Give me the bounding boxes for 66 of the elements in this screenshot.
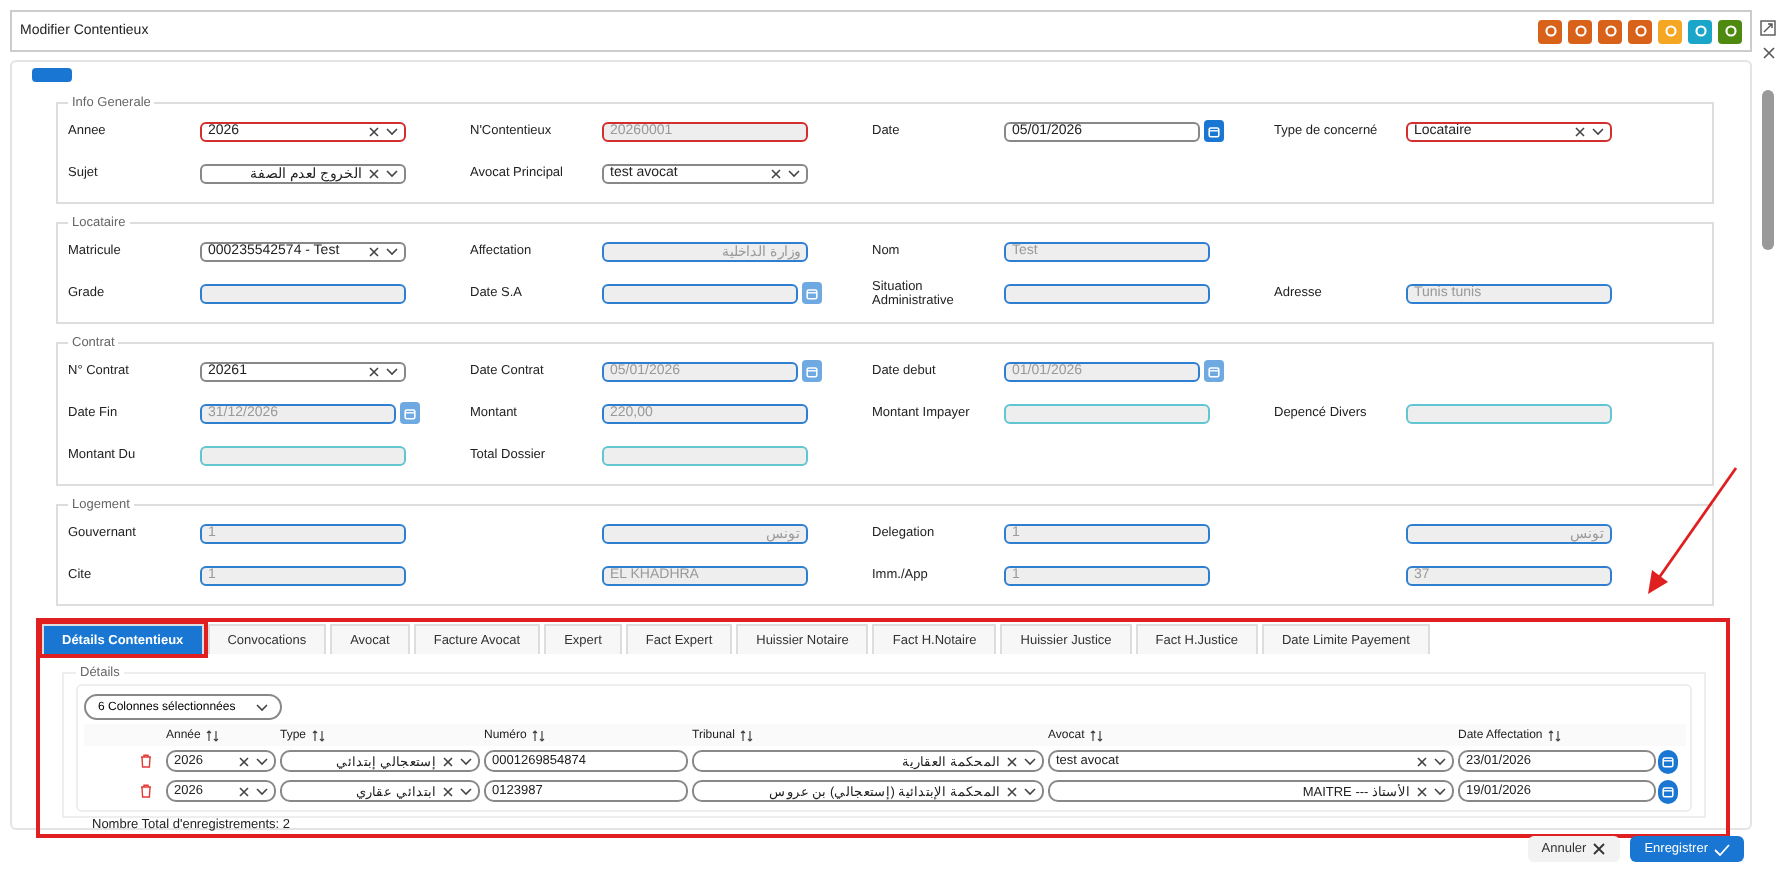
- clear-icon[interactable]: [1574, 125, 1586, 137]
- caret-icon[interactable]: [460, 787, 472, 795]
- caret-icon[interactable]: [256, 757, 268, 765]
- sort-icon: [1548, 729, 1563, 741]
- calendar-icon: [806, 365, 818, 377]
- sort-icon: [532, 729, 547, 741]
- clear-icon[interactable]: [238, 785, 250, 797]
- calendar-icon: [1662, 755, 1674, 767]
- clear-icon[interactable]: [1006, 755, 1018, 767]
- sort-icon: [312, 729, 327, 741]
- toolbar-icon-button[interactable]: [1538, 19, 1562, 43]
- calendar-icon: [1208, 125, 1220, 137]
- ring-icon: [1543, 24, 1557, 38]
- calendar-icon: [806, 287, 818, 299]
- ring-icon: [1633, 24, 1647, 38]
- caret-icon[interactable]: [460, 757, 472, 765]
- clear-icon[interactable]: [442, 785, 454, 797]
- close-icon[interactable]: [1761, 46, 1775, 60]
- ring-icon: [1573, 24, 1587, 38]
- calendar-button[interactable]: [1204, 120, 1224, 142]
- caret-icon[interactable]: [1592, 127, 1604, 135]
- delete-icon[interactable]: [140, 754, 152, 768]
- check-icon: [1714, 843, 1730, 855]
- toolbar-icon-button[interactable]: [1628, 19, 1652, 43]
- caret-icon[interactable]: [1434, 787, 1446, 795]
- caret-icon[interactable]: [1434, 757, 1446, 765]
- caret-icon[interactable]: [386, 169, 398, 177]
- caret-icon[interactable]: [386, 367, 398, 375]
- sort-icon: [1090, 729, 1105, 741]
- calendar-icon: [404, 407, 416, 419]
- caret-icon[interactable]: [386, 247, 398, 255]
- clear-icon[interactable]: [770, 167, 782, 179]
- clear-icon[interactable]: [442, 755, 454, 767]
- clear-icon[interactable]: [238, 755, 250, 767]
- toolbar-icon-button[interactable]: [1598, 19, 1622, 43]
- calendar-button[interactable]: [1658, 779, 1678, 803]
- calendar-icon: [1662, 785, 1674, 797]
- caret-icon: [255, 703, 268, 711]
- delete-icon[interactable]: [140, 784, 152, 798]
- close-icon: [1592, 842, 1607, 856]
- toolbar-icon-button[interactable]: [1718, 19, 1742, 43]
- caret-icon[interactable]: [256, 787, 268, 795]
- expand-icon[interactable]: [1760, 20, 1776, 36]
- caret-icon[interactable]: [386, 127, 398, 135]
- caret-icon[interactable]: [1024, 757, 1036, 765]
- ring-icon: [1693, 24, 1707, 38]
- toolbar-icon-button[interactable]: [1568, 19, 1592, 43]
- calendar-icon: [1208, 365, 1220, 377]
- calendar-button[interactable]: [1658, 749, 1678, 773]
- ring-icon: [1603, 24, 1617, 38]
- clear-icon[interactable]: [368, 245, 380, 257]
- ring-icon: [1663, 24, 1677, 38]
- sort-icon: [206, 729, 221, 741]
- caret-icon[interactable]: [788, 169, 800, 177]
- primary-button[interactable]: [32, 68, 72, 82]
- clear-icon[interactable]: [1416, 755, 1428, 767]
- sort-icon: [740, 729, 755, 741]
- annotation-arrow: [1644, 466, 1740, 598]
- clear-icon[interactable]: [368, 167, 380, 179]
- clear-icon[interactable]: [368, 125, 380, 137]
- clear-icon[interactable]: [368, 365, 380, 377]
- clear-icon[interactable]: [1416, 785, 1428, 797]
- toolbar-icon-button[interactable]: [1688, 19, 1712, 43]
- clear-icon[interactable]: [1006, 785, 1018, 797]
- caret-icon[interactable]: [1024, 787, 1036, 795]
- ring-icon: [1723, 24, 1737, 38]
